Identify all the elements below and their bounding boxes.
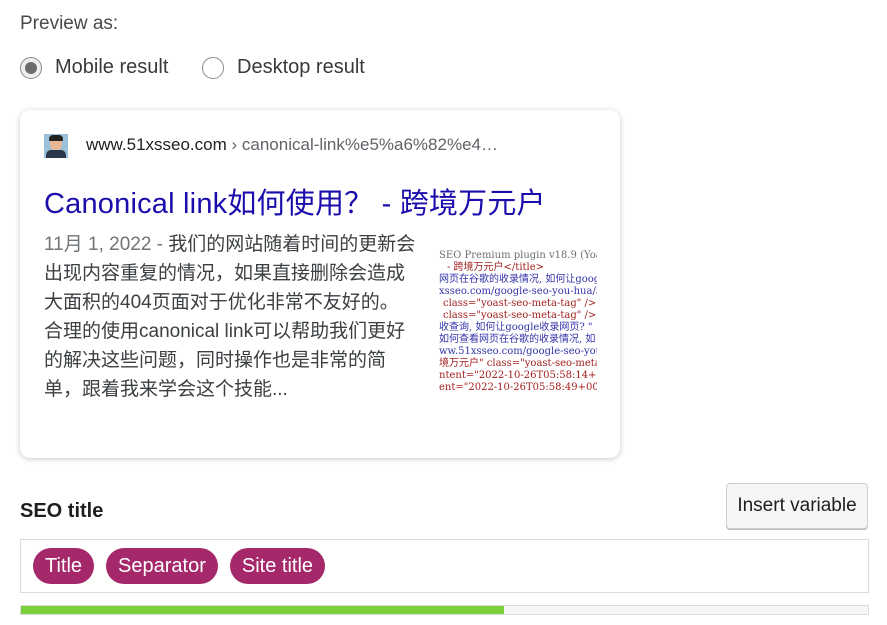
result-date: 11月 1, 2022 bbox=[44, 234, 152, 255]
mobile-result-radio[interactable] bbox=[20, 56, 42, 79]
result-date-separator: - bbox=[151, 234, 169, 255]
thumbnail-line: class="yoast-seo-meta-tag" /> bbox=[443, 298, 597, 309]
variable-tag-title[interactable]: Title bbox=[33, 548, 95, 584]
thumbnail-line: SEO Premium plugin v18.9 (Yoast bbox=[439, 250, 597, 261]
variable-tag-separator[interactable]: Separator bbox=[106, 548, 218, 584]
insert-variable-button[interactable]: Insert variable bbox=[726, 483, 868, 529]
seo-title-label: SEO title bbox=[20, 500, 104, 522]
site-favicon bbox=[44, 134, 68, 158]
thumbnail-line: 境万元户" class="yoast-seo-meta- bbox=[439, 358, 597, 369]
seo-title-editor[interactable]: Title Separator Site title bbox=[20, 539, 869, 593]
thumbnail-line: - 跨境万元户</title> bbox=[447, 262, 545, 273]
thumbnail-line: ent="2022-10-26T05:58:49+00:00 bbox=[439, 382, 597, 390]
radio-selected-dot bbox=[25, 61, 37, 74]
thumbnail-line: 网页在谷歌的收录情况, 如何让goog bbox=[439, 274, 597, 285]
thumbnail-line: ntent="2022-10-26T05:58:14+00:00 bbox=[439, 370, 597, 381]
result-snippet: 11月 1, 2022 - 我们的网站随着时间的更新会出现内容重复的情况，如果直… bbox=[44, 230, 416, 404]
result-domain: www.51xsseo.com bbox=[86, 135, 227, 154]
thumbnail-line: 如何查看网页在谷歌的收录情况, 如 bbox=[439, 334, 596, 345]
variable-tag-site-title[interactable]: Site title bbox=[229, 548, 326, 584]
mobile-result-option[interactable]: Mobile result bbox=[20, 56, 168, 79]
desktop-result-option[interactable]: Desktop result bbox=[202, 56, 365, 79]
thumbnail-line: 收查询, 如何让google收录网页? " bbox=[439, 322, 593, 333]
result-description: 我们的网站随着时间的更新会出现内容重复的情况，如果直接删除会造成大面积的404页… bbox=[44, 234, 416, 400]
thumbnail-line: xsseo.com/google-seo-you-hua/59 bbox=[439, 286, 597, 297]
seo-title-length-progress bbox=[20, 605, 869, 615]
result-thumbnail: SEO Premium plugin v18.9 (Yoast - 跨境万元户<… bbox=[439, 250, 597, 390]
mobile-result-label[interactable]: Mobile result bbox=[55, 56, 168, 79]
result-breadcrumb-path: › canonical-link%e5%a6%82%e4… bbox=[226, 135, 498, 154]
desktop-result-label[interactable]: Desktop result bbox=[237, 56, 365, 79]
thumbnail-line: ww.51xsseo.com/google-seo-you-hu bbox=[439, 346, 597, 357]
thumbnail-line: class="yoast-seo-meta-tag" /> bbox=[443, 310, 597, 321]
progress-fill bbox=[21, 606, 504, 614]
result-url: www.51xsseo.com › canonical-link%e5%a6%8… bbox=[86, 135, 498, 155]
result-title-link[interactable]: Canonical link如何使用？ - 跨境万元户 bbox=[44, 180, 546, 222]
search-result-preview-card: www.51xsseo.com › canonical-link%e5%a6%8… bbox=[20, 110, 620, 458]
desktop-result-radio[interactable] bbox=[202, 56, 224, 79]
preview-as-label: Preview as: bbox=[20, 13, 119, 34]
